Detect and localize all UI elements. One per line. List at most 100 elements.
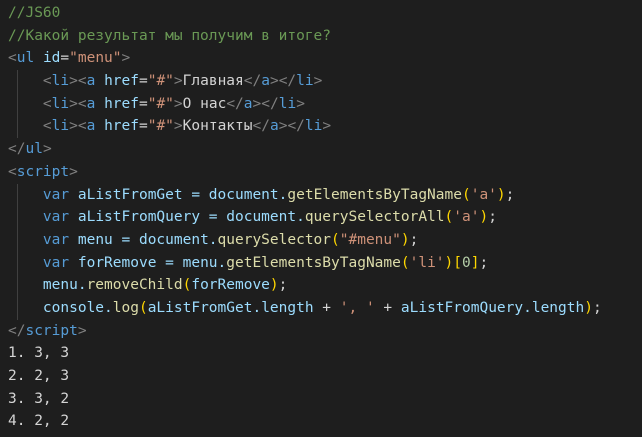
indent-guide bbox=[16, 70, 18, 93]
indent-guide bbox=[16, 206, 18, 229]
code-token: querySelector bbox=[217, 231, 332, 248]
code-token: ) bbox=[496, 186, 506, 203]
code-token: //Какой результат мы получим в итоге? bbox=[8, 27, 332, 44]
code-token: ; bbox=[592, 299, 602, 316]
code-token: ( bbox=[461, 186, 471, 203]
code-token: var bbox=[42, 254, 70, 271]
code-token: "#" bbox=[147, 118, 174, 135]
indent-guide bbox=[16, 92, 18, 116]
code-token: 2. 2, 3 bbox=[8, 368, 70, 384]
code-token: var bbox=[42, 209, 70, 226]
code-token: ( bbox=[331, 231, 340, 248]
code-token: > bbox=[77, 322, 87, 339]
code-token: "#" bbox=[147, 95, 174, 112]
code-token: > bbox=[269, 73, 279, 90]
code-token: menu. bbox=[42, 277, 87, 294]
code-token: href bbox=[104, 118, 139, 135]
code-token: href bbox=[104, 95, 139, 112]
code-token: < bbox=[77, 118, 87, 135]
code-line: <li><a href="#">Главная</a></li> bbox=[0, 70, 642, 93]
code-token: var bbox=[42, 231, 70, 248]
code-token: log bbox=[112, 299, 139, 316]
code-token: forRemove = menu. bbox=[69, 254, 227, 271]
code-token: > bbox=[69, 95, 78, 112]
code-token: 'a' bbox=[453, 209, 480, 226]
code-line: 3. 3, 2 bbox=[0, 388, 642, 411]
code-token: < bbox=[42, 73, 52, 90]
code-token: < bbox=[77, 73, 87, 90]
code-token: menu = document. bbox=[69, 231, 218, 248]
indent-guide bbox=[16, 228, 18, 252]
code-token: ; bbox=[505, 186, 515, 203]
code-token: var bbox=[42, 186, 70, 203]
code-token: > bbox=[121, 50, 131, 67]
code-token: </ bbox=[287, 118, 305, 135]
code-token: > bbox=[252, 95, 262, 112]
code-token: li bbox=[51, 118, 70, 135]
code-token: 0 bbox=[462, 254, 471, 271]
code-line: </ul> bbox=[0, 138, 642, 161]
code-token: aListFromGet = document. bbox=[69, 186, 288, 203]
code-token: < bbox=[42, 118, 52, 135]
code-line: //JS60 bbox=[0, 2, 642, 25]
code-line: var menu = document.querySelector("#menu… bbox=[0, 228, 642, 252]
code-token: > bbox=[69, 118, 78, 135]
code-token: ', ' bbox=[339, 299, 375, 316]
code-token: < bbox=[8, 50, 17, 67]
code-token: 4. 2, 2 bbox=[8, 413, 70, 430]
code-line: console.log(aListFromGet.length + ', ' +… bbox=[0, 296, 642, 320]
code-token: </ bbox=[252, 118, 270, 135]
code-token: </ bbox=[226, 95, 244, 112]
code-token: script bbox=[25, 322, 78, 339]
code-token: < bbox=[8, 163, 17, 180]
code-token: li bbox=[296, 73, 314, 90]
code-editor[interactable]: //JS60 //Какой результат мы получим в ито… bbox=[0, 0, 642, 437]
code-token: = bbox=[138, 73, 148, 90]
code-line: <script> bbox=[0, 161, 642, 184]
code-token: = bbox=[138, 95, 148, 112]
code-token: ) bbox=[400, 231, 410, 248]
code-token: < bbox=[77, 95, 87, 112]
code-token: ; bbox=[488, 209, 497, 226]
indent-guide bbox=[16, 183, 18, 207]
code-token: ) bbox=[584, 299, 593, 316]
code-token: li bbox=[51, 73, 70, 90]
code-token: id bbox=[42, 50, 61, 67]
code-token: > bbox=[173, 73, 183, 90]
code-line: var aListFromQuery = document.querySelec… bbox=[0, 206, 642, 229]
code-token: > bbox=[322, 118, 332, 135]
code-token: querySelectorAll bbox=[304, 209, 445, 226]
code-line: <li><a href="#">О нас</a></li> bbox=[0, 92, 642, 116]
code-token: a bbox=[269, 118, 279, 135]
code-token: > bbox=[42, 141, 52, 158]
code-token: ( bbox=[444, 209, 454, 226]
code-line: menu.removeChild(forRemove); bbox=[0, 274, 642, 297]
code-token: </ bbox=[261, 95, 279, 112]
code-token: < bbox=[42, 95, 52, 112]
code-token: = bbox=[138, 118, 148, 135]
code-token: forRemove bbox=[191, 277, 270, 294]
code-token: a bbox=[261, 73, 270, 90]
code-token: = bbox=[60, 50, 70, 67]
code-token: script bbox=[16, 163, 70, 180]
code-token: getElementsByTagName bbox=[226, 254, 401, 271]
code-token: ( bbox=[138, 299, 148, 316]
indent-guide bbox=[16, 296, 18, 320]
code-line: //Какой результат мы получим в итоге? bbox=[0, 25, 642, 48]
code-line: 1. 3, 3 bbox=[0, 342, 642, 365]
code-token: ul bbox=[25, 141, 43, 158]
code-token: > bbox=[296, 95, 305, 112]
code-line: var aListFromGet = document.getElementsB… bbox=[0, 183, 642, 207]
code-token: ) bbox=[479, 209, 489, 226]
code-token: aListFromQuery = document. bbox=[69, 209, 305, 226]
code-token: ul bbox=[16, 50, 35, 67]
code-token: li bbox=[51, 95, 70, 112]
code-token: О нас bbox=[182, 95, 227, 112]
code-token: console. bbox=[42, 299, 113, 316]
code-token: ; bbox=[278, 277, 288, 294]
code-token: [ bbox=[453, 254, 462, 271]
code-token: li bbox=[304, 118, 323, 135]
code-token: > bbox=[69, 163, 78, 180]
